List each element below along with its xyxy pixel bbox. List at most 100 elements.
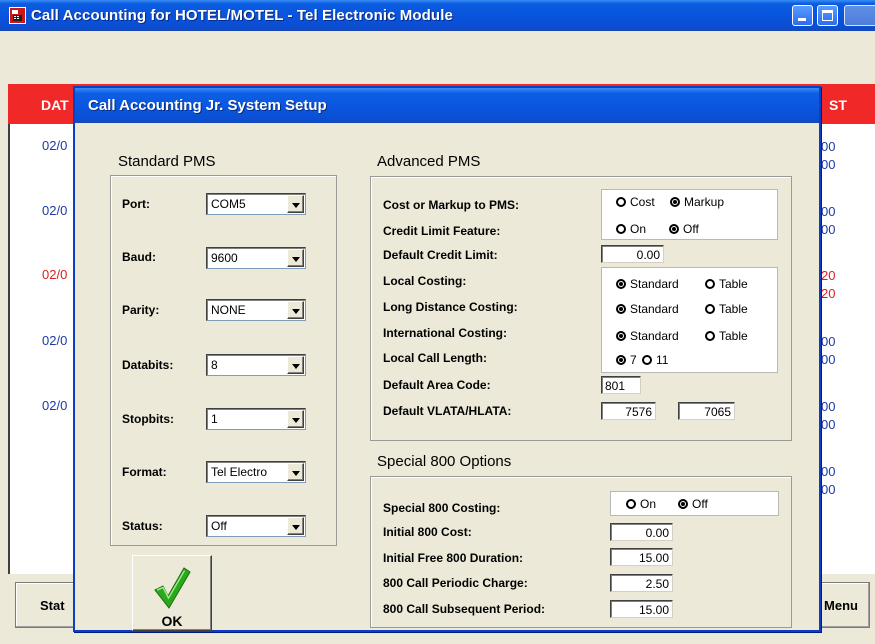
- cost-radio[interactable]: Cost: [616, 195, 655, 209]
- hlata-field[interactable]: 7065: [678, 402, 735, 420]
- local-table-radio[interactable]: Table: [705, 277, 748, 291]
- minimize-icon: [798, 18, 806, 21]
- international-table-radio[interactable]: Table: [705, 329, 748, 343]
- parity-label: Parity:: [122, 303, 160, 317]
- advanced-pms-title: Advanced PMS: [377, 153, 481, 170]
- minimize-button[interactable]: [792, 5, 813, 26]
- credit-on-radio[interactable]: On: [616, 222, 646, 236]
- list-row-date: 02/0: [42, 333, 68, 348]
- default-credit-limit-label: Default Credit Limit:: [383, 248, 498, 262]
- chevron-down-icon[interactable]: [287, 249, 304, 267]
- chevron-down-icon[interactable]: [287, 301, 304, 319]
- call-length-7-label: 7: [630, 353, 637, 367]
- international-standard-label: Standard: [630, 329, 679, 343]
- initial-800-cost-field[interactable]: 0.00: [610, 523, 673, 541]
- international-standard-radio[interactable]: Standard: [616, 329, 679, 343]
- markup-radio[interactable]: Markup: [670, 195, 724, 209]
- format-label: Format:: [122, 465, 167, 479]
- databits-value: 8: [211, 358, 218, 372]
- radio-icon: [642, 355, 652, 365]
- markup-option-label: Markup: [684, 195, 725, 209]
- subsequent-period-field[interactable]: 15.00: [610, 600, 673, 618]
- local-table-label: Table: [719, 277, 748, 291]
- list-row-date: 02/0: [42, 398, 68, 413]
- special-800-title: Special 800 Options: [377, 453, 512, 470]
- port-value: COM5: [211, 197, 246, 211]
- stopbits-label: Stopbits:: [122, 412, 174, 426]
- list-row-date: 02/0: [42, 203, 68, 218]
- vlata-field[interactable]: 7576: [601, 402, 656, 420]
- radio-icon: [616, 224, 626, 234]
- port-label: Port:: [122, 197, 150, 211]
- baud-label: Baud:: [122, 250, 156, 264]
- baud-select[interactable]: 9600: [206, 247, 306, 269]
- local-standard-label: Standard: [630, 277, 679, 291]
- special-800-off-label: Off: [692, 497, 708, 511]
- initial-free-duration-field[interactable]: 15.00: [610, 548, 673, 566]
- cost-option-label: Cost: [630, 195, 655, 209]
- radio-icon: [705, 331, 715, 341]
- status-value: Off: [211, 519, 227, 533]
- list-row-amount: 00: [821, 204, 836, 219]
- status-button[interactable]: Stat: [15, 582, 77, 628]
- standard-pms-title: Standard PMS: [118, 153, 216, 170]
- baud-value: 9600: [211, 251, 238, 265]
- default-area-code-field[interactable]: 801: [601, 376, 641, 394]
- list-row-amount: 20: [821, 268, 836, 283]
- parity-value: NONE: [211, 303, 246, 317]
- call-length-11-radio[interactable]: 11: [642, 353, 668, 367]
- format-select[interactable]: Tel Electro: [206, 461, 306, 483]
- main-title-bar: Call Accounting for HOTEL/MOTEL - Tel El…: [0, 0, 875, 31]
- local-costing-label: Local Costing:: [383, 274, 467, 288]
- call-length-11-label: 11: [656, 353, 669, 367]
- parity-select[interactable]: NONE: [206, 299, 306, 321]
- radio-selected-icon: [678, 499, 688, 509]
- radio-selected-icon: [616, 355, 626, 365]
- initial-800-cost-label: Initial 800 Cost:: [383, 525, 472, 539]
- periodic-charge-field[interactable]: 2.50: [610, 574, 673, 592]
- date-column-header: DAT: [41, 97, 69, 113]
- ok-label: OK: [161, 613, 183, 629]
- phone-app-icon: [9, 7, 26, 24]
- credit-on-label: On: [630, 222, 647, 236]
- port-select[interactable]: COM5: [206, 193, 306, 215]
- chevron-down-icon[interactable]: [287, 463, 304, 481]
- chevron-down-icon[interactable]: [287, 410, 304, 428]
- long-distance-standard-radio[interactable]: Standard: [616, 302, 679, 316]
- dialog-title: Call Accounting Jr. System Setup: [88, 97, 327, 114]
- international-costing-label: International Costing:: [383, 326, 507, 340]
- maximize-button[interactable]: [817, 5, 838, 26]
- main-window-title: Call Accounting for HOTEL/MOTEL - Tel El…: [31, 7, 453, 24]
- format-value: Tel Electro: [211, 465, 268, 479]
- chevron-down-icon[interactable]: [287, 517, 304, 535]
- local-standard-radio[interactable]: Standard: [616, 277, 679, 291]
- list-row-date: 02/0: [42, 138, 68, 153]
- list-row-amount: 00: [821, 482, 836, 497]
- default-credit-limit-field[interactable]: 0.00: [601, 245, 664, 263]
- long-distance-table-radio[interactable]: Table: [705, 302, 748, 316]
- databits-label: Databits:: [122, 358, 174, 372]
- special-800-on-label: On: [640, 497, 657, 511]
- databits-select[interactable]: 8: [206, 354, 306, 376]
- initial-free-duration-label: Initial Free 800 Duration:: [383, 551, 524, 565]
- status-button-label: Stat: [40, 597, 65, 613]
- list-row-amount: 20: [821, 286, 836, 301]
- credit-off-radio[interactable]: Off: [669, 222, 699, 236]
- stopbits-select[interactable]: 1: [206, 408, 306, 430]
- status-select[interactable]: Off: [206, 515, 306, 537]
- chevron-down-icon[interactable]: [287, 356, 304, 374]
- close-button[interactable]: [844, 5, 875, 26]
- maximize-icon: [822, 10, 833, 21]
- special-800-on-radio[interactable]: On: [626, 497, 656, 511]
- radio-icon: [705, 304, 715, 314]
- special-800-off-radio[interactable]: Off: [678, 497, 708, 511]
- ok-button[interactable]: OK: [132, 555, 212, 631]
- default-area-code-label: Default Area Code:: [383, 378, 491, 392]
- menu-band: [0, 31, 875, 59]
- cost-column-header: ST: [829, 97, 847, 113]
- long-distance-table-label: Table: [719, 302, 748, 316]
- subsequent-period-label: 800 Call Subsequent Period:: [383, 602, 546, 616]
- credit-off-label: Off: [683, 222, 699, 236]
- call-length-7-radio[interactable]: 7: [616, 353, 637, 367]
- chevron-down-icon[interactable]: [287, 195, 304, 213]
